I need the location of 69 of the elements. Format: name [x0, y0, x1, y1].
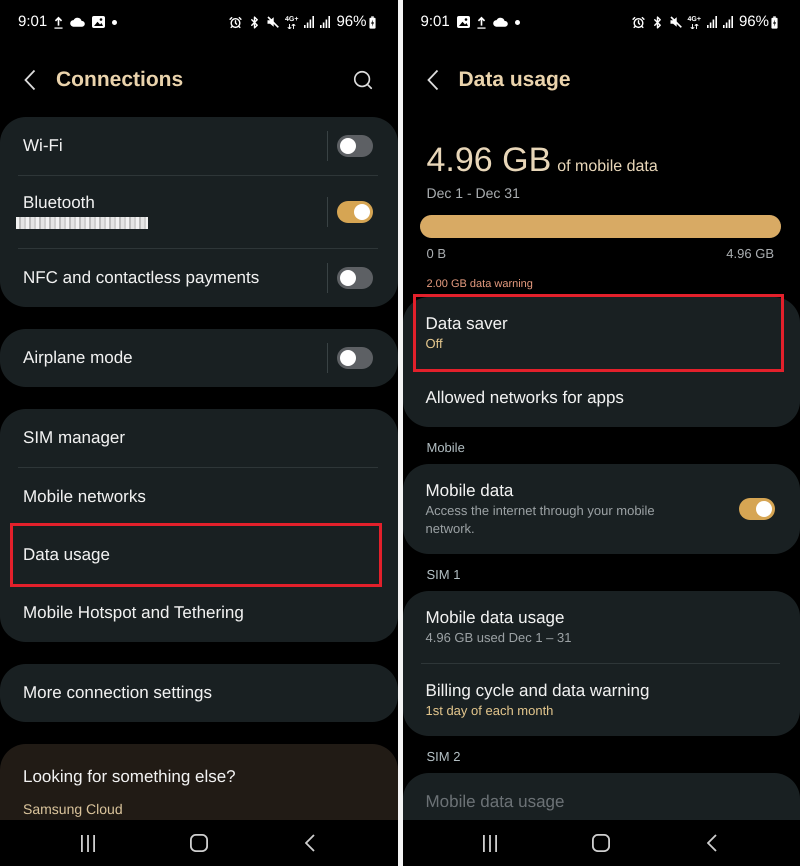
data-warning-label: 2.00 GB data warning	[426, 277, 533, 291]
cloud-icon	[492, 17, 508, 27]
recent-apps-icon[interactable]	[483, 834, 498, 852]
data-amount: 4.96 GB	[426, 140, 552, 181]
battery-charging-icon	[368, 16, 376, 28]
setting-title[interactable]: More connection settings	[23, 682, 212, 704]
alarm-clock-icon	[632, 16, 645, 28]
page-title: Connections	[56, 66, 184, 92]
alarm-clock-icon	[229, 16, 242, 28]
range-max-label: 4.96 GB	[726, 246, 774, 262]
signal-icon	[304, 16, 314, 28]
back-icon[interactable]	[24, 68, 36, 90]
back-icon[interactable]	[707, 834, 718, 852]
toggle-switch[interactable]	[336, 201, 372, 223]
status-time: 9:01	[420, 13, 450, 31]
setting-title[interactable]: SIM manager	[23, 427, 126, 449]
signal-icon	[320, 16, 330, 28]
suggestion-link[interactable]: Samsung Cloud	[23, 800, 123, 818]
setting-title[interactable]: Data usage	[23, 544, 110, 566]
back-icon[interactable]	[304, 834, 315, 852]
section-heading: SIM 1	[426, 567, 460, 583]
setting-title[interactable]: Mobile data usage	[426, 607, 564, 629]
muted-speaker-icon	[267, 16, 280, 28]
upload-icon	[476, 16, 486, 28]
setting-subtitle: Access the internet through your mobile network.	[426, 502, 656, 538]
search-icon[interactable]	[352, 68, 374, 90]
recent-apps-icon[interactable]	[80, 834, 95, 852]
toggle-switch[interactable]	[336, 347, 372, 369]
suggestion-title: Looking for something else?	[23, 766, 236, 788]
toggle-switch[interactable]	[336, 135, 372, 157]
home-icon[interactable]	[592, 834, 610, 852]
signal-icon	[706, 16, 717, 28]
signal-icon	[722, 16, 733, 28]
section-heading: SIM 2	[426, 749, 460, 765]
toggle-switch[interactable]	[739, 498, 775, 520]
setting-title[interactable]: NFC and contactless payments	[23, 267, 260, 289]
cloud-icon	[70, 17, 86, 27]
setting-title[interactable]: Allowed networks for apps	[426, 387, 624, 409]
battery-charging-icon	[771, 16, 778, 28]
data-arrows-icon	[690, 24, 699, 28]
battery-level: 96%	[738, 13, 769, 31]
setting-title[interactable]: Airplane mode	[23, 347, 133, 369]
toggle-switch[interactable]	[336, 267, 372, 289]
image-icon	[92, 16, 106, 28]
setting-title[interactable]: Data saver	[426, 313, 508, 335]
data-amount-label: of mobile data	[557, 157, 658, 177]
section-heading: Mobile	[426, 440, 465, 456]
setting-subtitle: 1st day of each month	[426, 702, 554, 720]
setting-subtitle: Off	[426, 335, 443, 353]
dot-icon	[514, 20, 520, 24]
muted-speaker-icon	[670, 16, 682, 28]
setting-title[interactable]: Mobile networks	[23, 486, 146, 508]
dot-icon	[112, 20, 118, 24]
image-icon	[456, 16, 470, 28]
status-time: 9:01	[18, 13, 48, 31]
data-arrows-icon	[287, 24, 296, 28]
page-title: Data usage	[458, 66, 572, 92]
billing-period: Dec 1 - Dec 31	[426, 184, 520, 202]
setting-title[interactable]: Mobile Hotspot and Tethering	[23, 602, 244, 624]
upload-icon	[54, 16, 64, 28]
setting-subtitle: 4.96 GB used Dec 1 – 31	[426, 629, 572, 647]
setting-title[interactable]: Wi-Fi	[23, 135, 63, 157]
setting-title[interactable]: Bluetooth	[23, 192, 95, 214]
back-icon[interactable]	[426, 68, 438, 90]
battery-level: 96%	[336, 13, 366, 31]
setting-title[interactable]: Billing cycle and data warning	[426, 680, 650, 702]
range-min-label: 0 B	[426, 246, 446, 262]
setting-title[interactable]: Mobile data	[426, 480, 514, 502]
home-icon[interactable]	[190, 834, 208, 852]
